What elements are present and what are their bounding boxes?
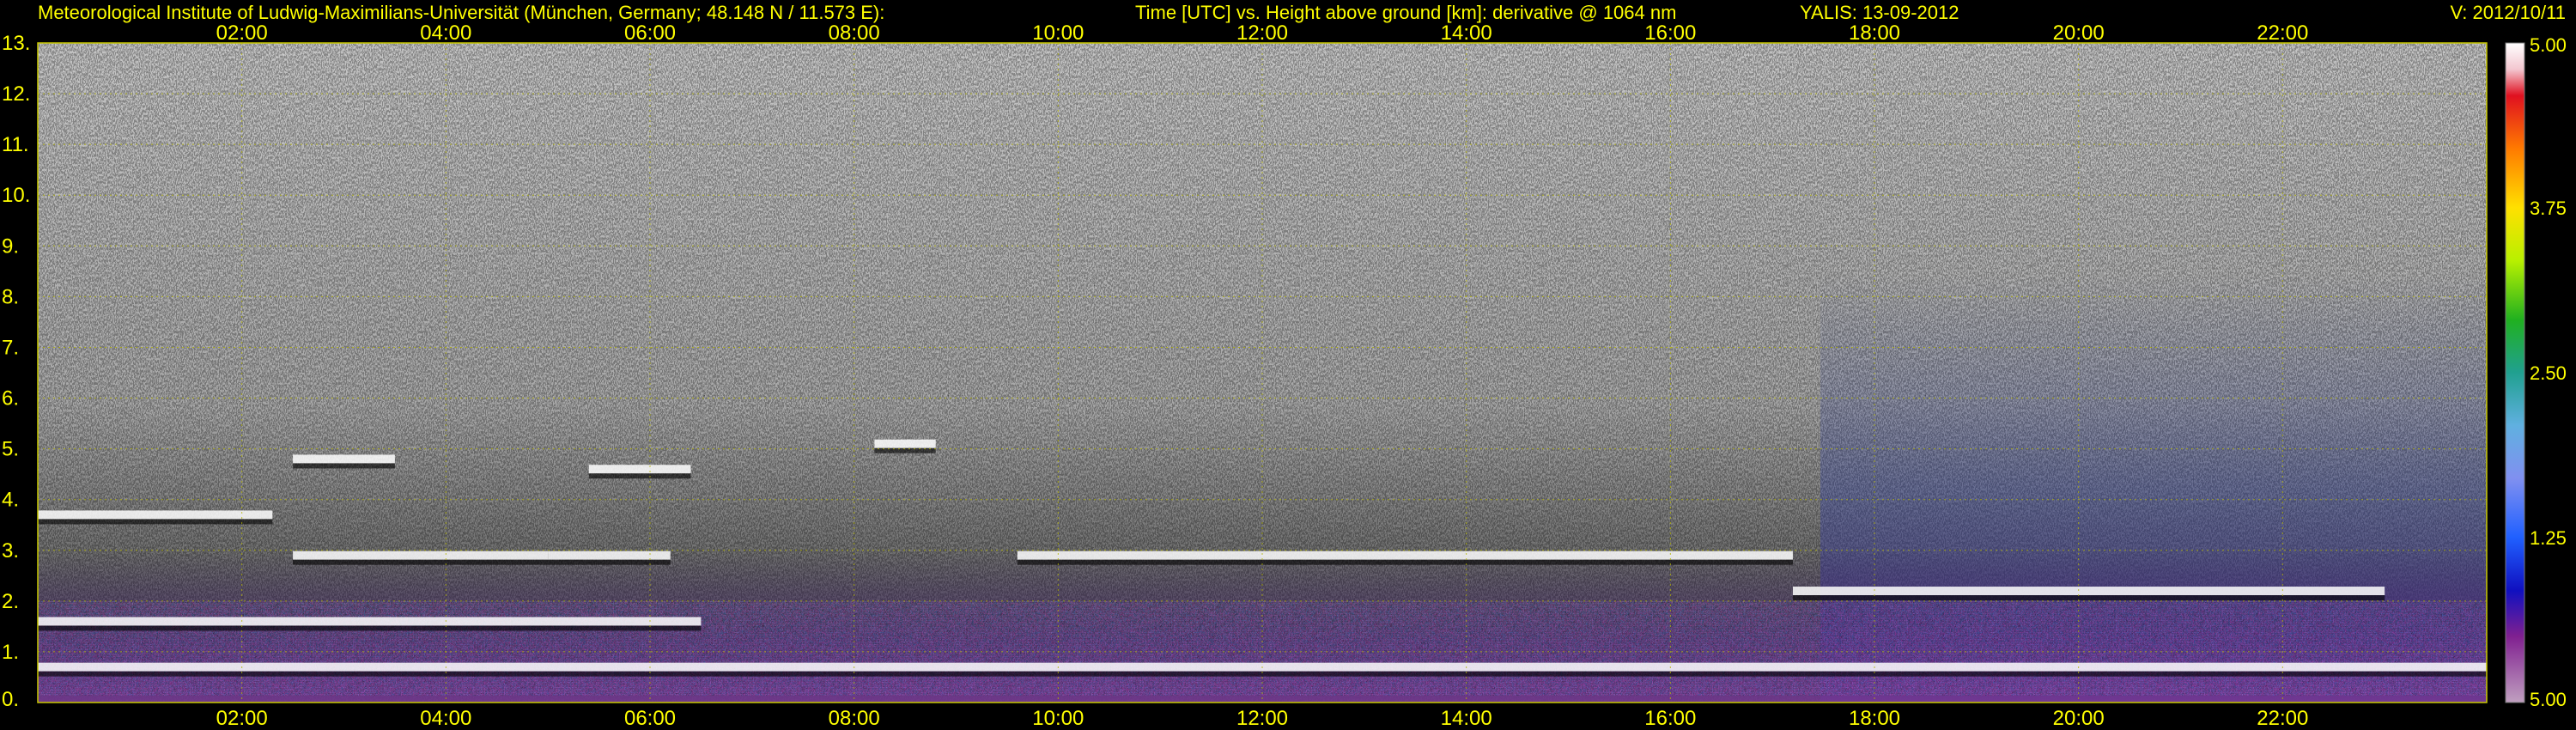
header-instrument: YALIS: 13-09-2012 — [1800, 2, 1959, 23]
y-tick-label: 3. — [2, 539, 19, 563]
y-tick-label: 5. — [2, 438, 19, 461]
x-tick-label-bottom: 20:00 — [2053, 707, 2105, 730]
x-axis-bottom: 02:00 04:00 06:00 08:00 10:00 12:00 14:00 16:00… — [216, 707, 2309, 730]
plot-area — [37, 42, 2488, 703]
colorbar-labels: 5.00 3.75 2.50 1.25 5.00 — [2530, 34, 2567, 710]
y-tick-label: 1. — [2, 641, 19, 664]
x-tick-label-top: 22:00 — [2257, 21, 2308, 45]
y-axis: 1. 2. 3. 4. 5. 6. 7. 8. 9. 10. 11. 12. 13. 0. — [2, 32, 30, 711]
layer-shadow — [1792, 595, 2385, 601]
x-tick-label-top: 20:00 — [2053, 21, 2105, 45]
y-tick-label: 8. — [2, 285, 19, 308]
y-tick-label: 2. — [2, 590, 19, 613]
lidar-chart: 1. 2. 3. 4. 5. 6. 7. 8. 9. 10. 11. 12. 13. 0. 02:00 04… — [2, 21, 2567, 730]
x-tick-label-bottom: 16:00 — [1644, 707, 1696, 730]
layer-band — [38, 510, 273, 520]
layer-band — [293, 551, 549, 560]
colorbar-label: 2.50 — [2530, 362, 2567, 384]
y-tick-label: 4. — [2, 489, 19, 512]
x-tick-label-bottom: 12:00 — [1236, 707, 1288, 730]
layer-shadow — [38, 625, 702, 631]
layer-band — [874, 439, 936, 448]
y-tick-label: 7. — [2, 336, 19, 359]
x-tick-label-bottom: 06:00 — [624, 707, 676, 730]
layer-band — [293, 454, 395, 464]
y-tick-label: 6. — [2, 387, 19, 411]
y-tick-label-zero: 0. — [2, 688, 19, 711]
x-tick-label-bottom: 22:00 — [2257, 707, 2308, 730]
layer-band — [1017, 551, 1793, 560]
colorbar-label: 1.25 — [2530, 527, 2567, 549]
layer-shadow — [1017, 559, 1793, 565]
y-tick-label: 9. — [2, 234, 19, 258]
colorbar-label: 3.75 — [2530, 198, 2567, 219]
layer-shadow — [548, 559, 671, 565]
x-tick-label-bottom: 14:00 — [1441, 707, 1492, 730]
x-tick-label-bottom: 02:00 — [216, 707, 268, 730]
header-institute: Meteorological Institute of Ludwig-Maxim… — [38, 2, 885, 23]
x-tick-label-top: 10:00 — [1032, 21, 1084, 45]
layer-shadow — [38, 519, 273, 525]
x-tick-label-bottom: 04:00 — [420, 707, 471, 730]
y-tick-label: 12. — [2, 82, 30, 106]
layer-shadow — [293, 463, 395, 469]
x-tick-label-bottom: 10:00 — [1032, 707, 1084, 730]
layer-band — [588, 465, 691, 474]
layer-shadow — [293, 559, 549, 565]
y-tick-label: 11. — [2, 133, 29, 156]
layer-band — [1792, 587, 2385, 596]
y-tick-label: 10. — [2, 184, 30, 207]
x-tick-label-bottom: 08:00 — [829, 707, 880, 730]
header-axes-title: Time [UTC] vs. Height above ground [km]:… — [1135, 2, 1677, 23]
colorbar-label: 5.00 — [2530, 34, 2567, 56]
layer-shadow — [588, 473, 691, 479]
header-version: V: 2012/10/11 — [2450, 2, 2566, 23]
layer-band — [548, 551, 671, 560]
x-tick-label-bottom: 18:00 — [1849, 707, 1900, 730]
colorbar-label: 5.00 — [2530, 689, 2567, 710]
colorbar: 5.00 3.75 2.50 1.25 5.00 — [2505, 34, 2567, 710]
layer-band — [38, 617, 702, 626]
y-tick-label: 13. — [2, 32, 30, 55]
colorbar-gradient — [2506, 43, 2524, 703]
